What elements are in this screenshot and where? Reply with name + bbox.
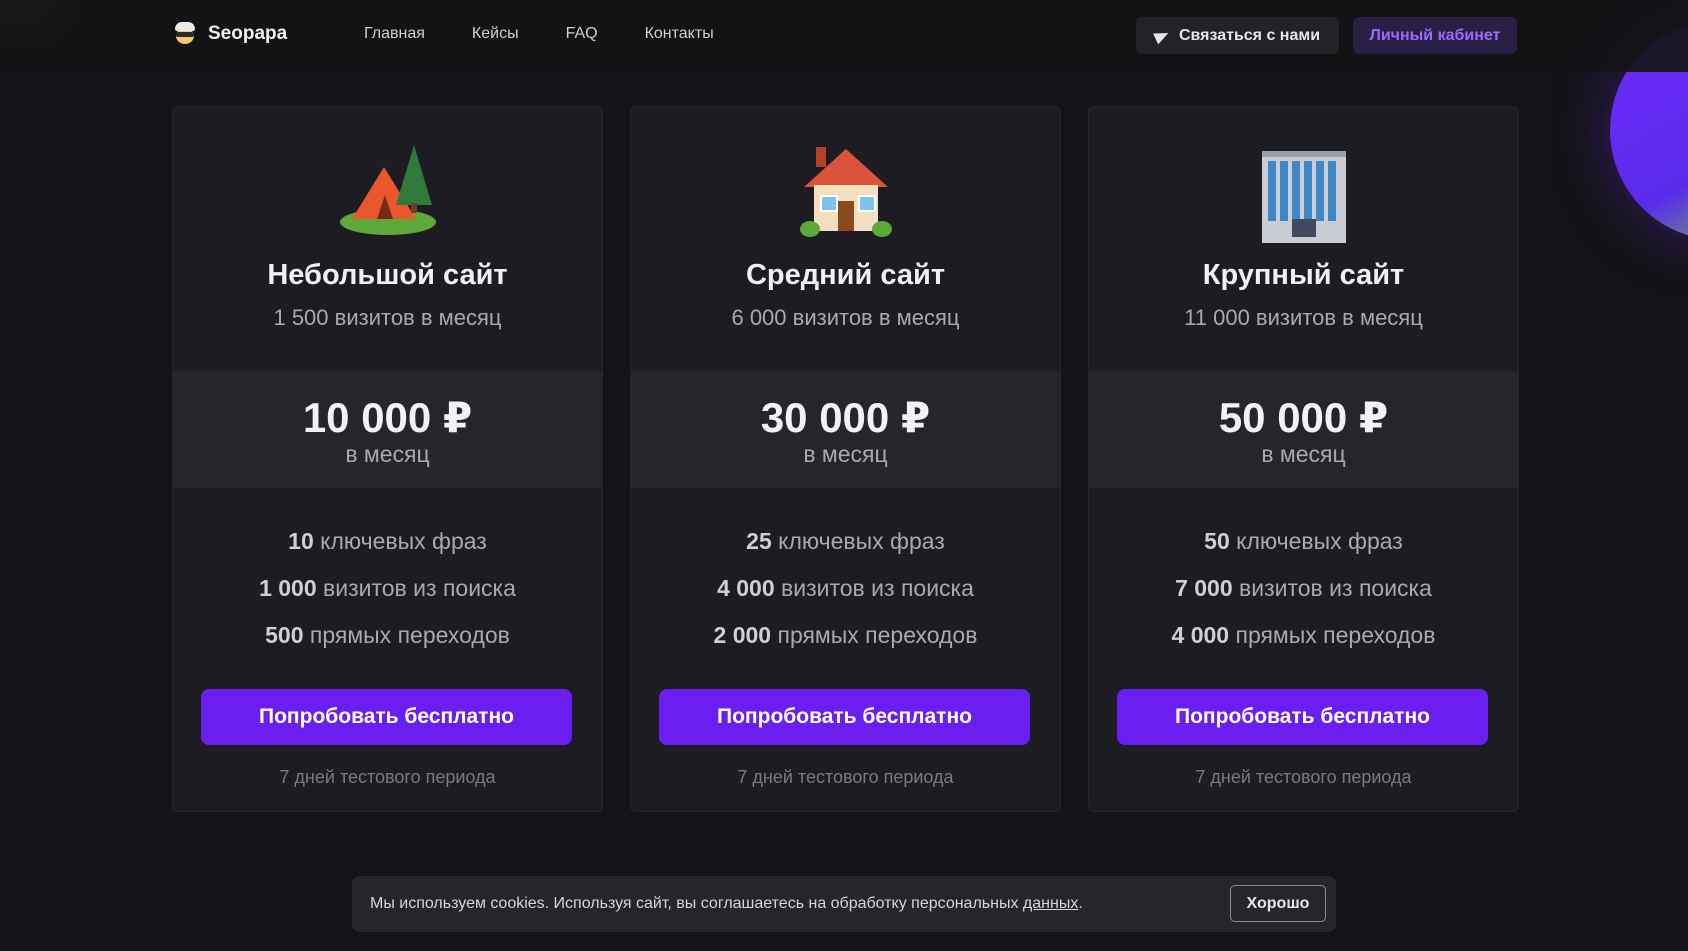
feature-value: 1 000 <box>259 575 317 601</box>
plan-price: 30 000 ₽ <box>760 394 931 441</box>
plan-card-medium: Средний сайт 6 000 визитов в месяц 30 00… <box>630 106 1061 812</box>
plan-visits: 1 500 визитов в месяц <box>273 305 502 330</box>
try-free-button[interactable]: Попробовать бесплатно <box>201 689 572 745</box>
nav-item-faq[interactable]: FAQ <box>566 25 598 43</box>
plan-card-large: Крупный сайт 11 000 визитов в месяц 50 0… <box>1088 106 1519 812</box>
plan-price: 50 000 ₽ <box>1218 394 1389 441</box>
trial-note: 7 дней тестового периода <box>1195 767 1412 787</box>
feature-value: 25 <box>746 528 772 554</box>
feature-value: 4 000 <box>717 575 775 601</box>
feature-direct-visits: 500 прямых переходов <box>173 622 602 649</box>
feature-text: прямых переходов <box>1235 622 1436 648</box>
feature-text: визитов из поиска <box>323 575 516 601</box>
contact-us-button[interactable]: Связаться с нами <box>1136 17 1339 54</box>
plan-title: Крупный сайт <box>1202 259 1405 291</box>
main-nav: Главная Кейсы FAQ Контакты <box>364 25 714 43</box>
nav-item-home[interactable]: Главная <box>364 25 425 43</box>
house-icon <box>631 145 1060 245</box>
feature-text: прямых переходов <box>777 622 978 648</box>
feature-value: 10 <box>288 528 314 554</box>
cookie-message: Мы используем cookies. Используя сайт, в… <box>370 895 1023 912</box>
feature-value: 7 000 <box>1175 575 1233 601</box>
plan-period: в месяц <box>803 441 888 467</box>
header: Seopapa Главная Кейсы FAQ Контакты Связа… <box>0 0 1688 72</box>
try-free-button[interactable]: Попробовать бесплатно <box>659 689 1030 745</box>
feature-keywords: 50 ключевых фраз <box>1089 528 1518 555</box>
feature-text: ключевых фраз <box>778 528 945 554</box>
plan-period: в месяц <box>1261 441 1346 467</box>
feature-keywords: 25 ключевых фраз <box>631 528 1060 555</box>
feature-keywords: 10 ключевых фраз <box>173 528 602 555</box>
office-building-icon <box>1089 145 1518 245</box>
feature-text: прямых переходов <box>309 622 510 648</box>
feature-value: 50 <box>1204 528 1230 554</box>
nav-item-contacts[interactable]: Контакты <box>645 25 714 43</box>
cookie-text: Мы используем cookies. Используя сайт, в… <box>370 895 1083 913</box>
feature-direct-visits: 4 000 прямых переходов <box>1089 622 1518 649</box>
cookie-message-end: . <box>1078 895 1083 912</box>
tent-icon <box>173 145 602 245</box>
contact-us-label: Связаться с нами <box>1178 26 1321 44</box>
feature-value: 500 <box>265 622 304 648</box>
try-free-button[interactable]: Попробовать бесплатно <box>1117 689 1488 745</box>
feature-text: ключевых фраз <box>320 528 487 554</box>
cookie-banner: Мы используем cookies. Используя сайт, в… <box>352 876 1336 932</box>
feature-text: ключевых фраз <box>1236 528 1403 554</box>
feature-value: 2 000 <box>713 622 772 648</box>
feature-value: 4 000 <box>1171 622 1230 648</box>
feature-direct-visits: 2 000 прямых переходов <box>631 622 1060 649</box>
plan-title: Небольшой сайт <box>267 259 508 291</box>
feature-text: визитов из поиска <box>1239 575 1432 601</box>
personal-cabinet-button[interactable]: Личный кабинет <box>1353 17 1517 54</box>
feature-search-visits: 4 000 визитов из поиска <box>631 575 1060 602</box>
logo[interactable]: Seopapa <box>172 20 287 48</box>
page: Seopapa Главная Кейсы FAQ Контакты Связа… <box>0 0 1688 951</box>
plan-visits: 6 000 визитов в месяц <box>731 305 960 330</box>
plan-price: 10 000 ₽ <box>302 394 473 441</box>
nav-item-cases[interactable]: Кейсы <box>472 25 519 43</box>
plan-period: в месяц <box>345 441 430 467</box>
cookie-ok-button[interactable]: Хорошо <box>1230 885 1326 922</box>
plan-visits: 11 000 визитов в месяц <box>1184 305 1423 330</box>
feature-search-visits: 1 000 визитов из поиска <box>173 575 602 602</box>
telegram-icon <box>1153 27 1171 44</box>
seopapa-logo-icon <box>172 20 198 48</box>
logo-text: Seopapa <box>208 23 288 44</box>
privacy-link[interactable]: данных <box>1023 895 1078 912</box>
plan-card-small: Небольшой сайт 1 500 визитов в месяц 10 … <box>172 106 603 812</box>
trial-note: 7 дней тестового периода <box>279 767 496 787</box>
plan-title: Средний сайт <box>745 259 946 291</box>
feature-search-visits: 7 000 визитов из поиска <box>1089 575 1518 602</box>
feature-text: визитов из поиска <box>781 575 974 601</box>
trial-note: 7 дней тестового периода <box>737 767 954 787</box>
